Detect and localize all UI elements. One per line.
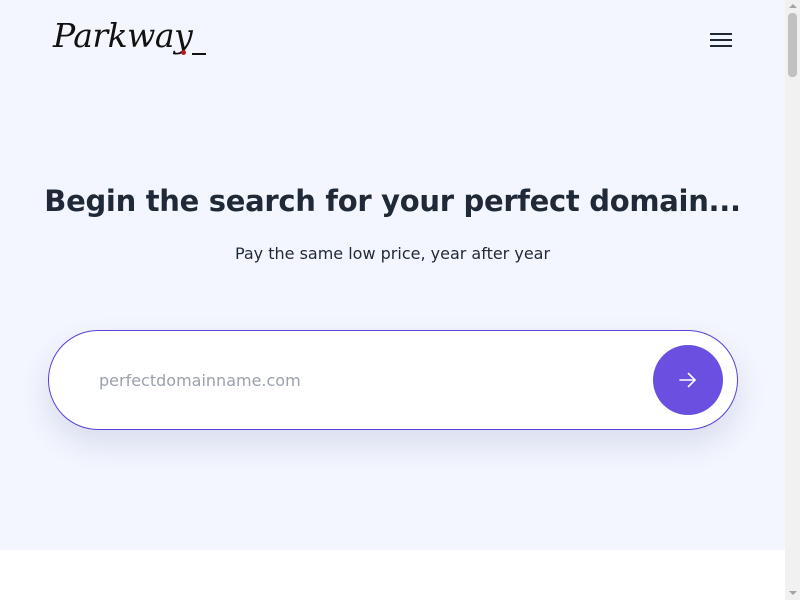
hero-headline: Begin the search for your perfect domain…: [44, 184, 741, 218]
domain-search-input[interactable]: [99, 365, 639, 395]
menu-bar: [710, 45, 732, 47]
menu-bar: [710, 39, 732, 41]
page-viewport: Parkway Begin the search for your perfec…: [0, 0, 785, 600]
scroll-down-arrow-icon[interactable]: [789, 591, 797, 595]
search-submit-button[interactable]: [653, 345, 723, 415]
vertical-scrollbar[interactable]: [785, 0, 800, 600]
hamburger-menu-icon[interactable]: [707, 28, 735, 52]
logo-dot: [181, 50, 186, 55]
scrollbar-thumb[interactable]: [788, 13, 797, 77]
logo-cursor: [192, 53, 206, 55]
arrow-right-icon: [679, 372, 696, 388]
scroll-up-arrow-icon[interactable]: [789, 4, 797, 8]
hero-section: Parkway Begin the search for your perfec…: [0, 0, 785, 550]
logo[interactable]: Parkway: [53, 17, 193, 55]
menu-bar: [710, 33, 732, 35]
domain-search-form: [48, 330, 738, 430]
hero-subheadline: Pay the same low price, year after year: [234, 244, 551, 263]
